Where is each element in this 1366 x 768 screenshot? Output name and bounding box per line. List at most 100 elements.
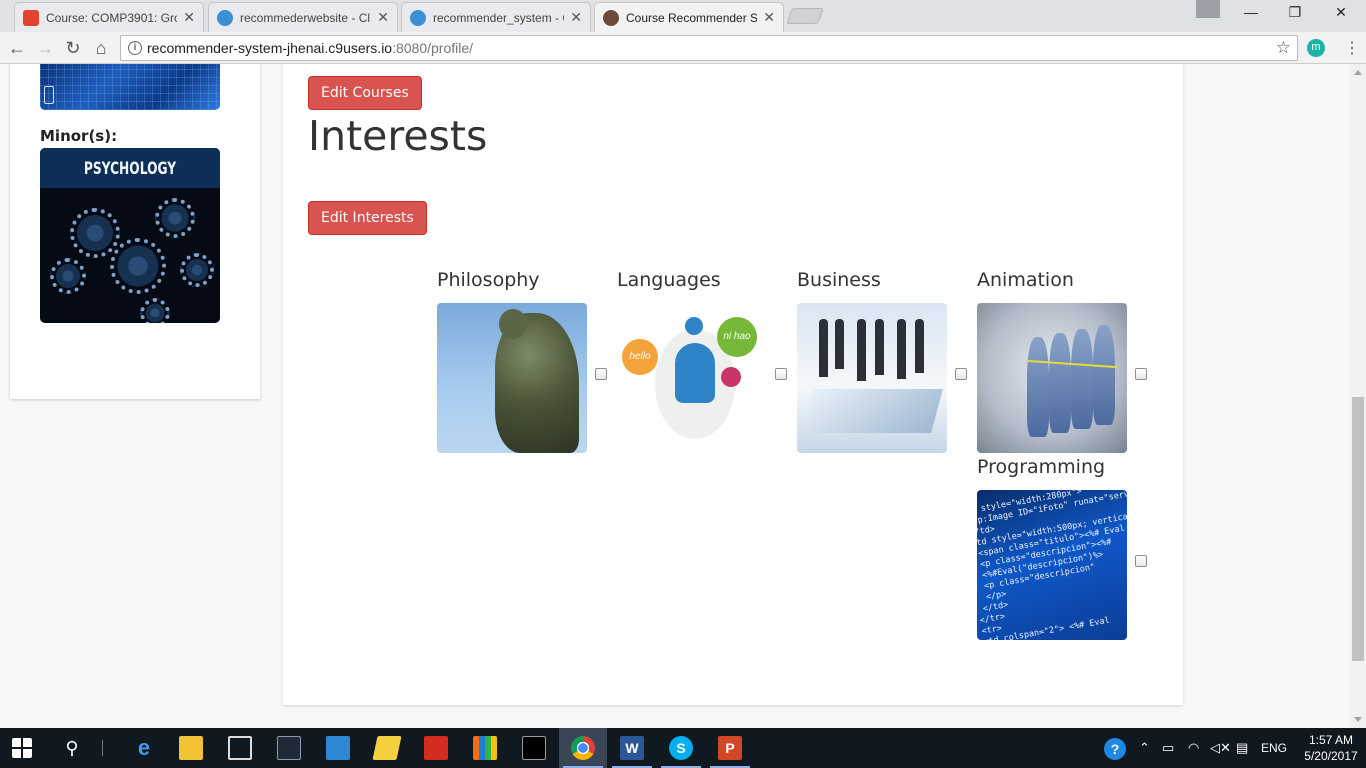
gear-icon <box>155 198 195 238</box>
gear-icon <box>70 208 120 258</box>
file-explorer-icon[interactable] <box>179 736 203 760</box>
interest-checkbox-animation[interactable] <box>1135 368 1147 380</box>
volume-muted-icon[interactable]: ◁✕ <box>1210 728 1231 768</box>
skype-icon[interactable]: S <box>669 736 693 760</box>
interest-label: Business <box>797 269 881 291</box>
profile-main-panel: Edit Courses Interests Edit Interests Ph… <box>283 64 1183 705</box>
major-image <box>40 64 220 110</box>
windows-taskbar: ⚲ e W S P ? ⌃ ▭ ◠ ◁✕ ▤ ENG 1:57 AM 5/20/… <box>0 728 1366 768</box>
minor-image-caption: PSYCHOLOGY <box>83 159 177 179</box>
interest-checkbox-business[interactable] <box>955 368 967 380</box>
interest-label: Philosophy <box>437 269 540 291</box>
minimize-icon[interactable]: — <box>1228 4 1274 24</box>
help-icon[interactable]: ? <box>1104 738 1126 760</box>
close-icon[interactable]: ✕ <box>377 9 389 26</box>
app-icon[interactable] <box>326 736 350 760</box>
bookmark-star-icon[interactable]: ☆ <box>1276 36 1291 60</box>
interest-image-animation <box>977 303 1127 453</box>
crest-icon <box>44 86 54 104</box>
tab-recommender-system[interactable]: recommender_system - C ✕ <box>401 2 591 32</box>
close-icon[interactable]: ✕ <box>763 9 775 26</box>
interest-label: Programming <box>977 456 1106 478</box>
home-icon[interactable]: ⌂ <box>90 37 112 59</box>
interest-checkbox-languages[interactable] <box>775 368 787 380</box>
app-icon[interactable] <box>277 736 301 760</box>
tab-title: Course Recommender Sy <box>626 10 758 25</box>
site-favicon <box>603 9 619 26</box>
interest-image-business <box>797 303 947 453</box>
tab-moodle-course[interactable]: Course: COMP3901: Grou ✕ <box>14 2 204 32</box>
tab-course-recommender[interactable]: Course Recommender Sy ✕ <box>594 2 784 32</box>
wifi-icon[interactable]: ◠ <box>1188 728 1199 768</box>
speech-bubble-hello: hello <box>622 339 658 375</box>
word-icon[interactable]: W <box>620 736 644 760</box>
powerpoint-icon[interactable]: P <box>718 736 742 760</box>
gear-icon <box>180 253 214 287</box>
scroll-up-arrow-icon[interactable] <box>1354 70 1362 75</box>
interest-languages: Languages hello ni hao <box>617 269 787 453</box>
edge-browser-icon[interactable]: e <box>132 736 156 760</box>
system-clock[interactable]: 1:57 AM 5/20/2017 <box>1300 732 1362 764</box>
store-icon[interactable] <box>228 736 252 760</box>
url-path: :8080/profile/ <box>392 40 474 56</box>
tab-title: recommederwebsite - Cl <box>240 10 371 25</box>
terminal-icon[interactable] <box>522 736 546 760</box>
clock-date: 5/20/2017 <box>1304 749 1358 763</box>
restore-icon[interactable]: ❐ <box>1272 4 1318 24</box>
minor-image: PSYCHOLOGY <box>40 148 220 323</box>
forward-icon[interactable]: → <box>34 37 56 59</box>
chrome-icon[interactable] <box>571 736 595 760</box>
interest-animation: Animation <box>977 269 1147 453</box>
language-indicator[interactable]: ENG <box>1261 728 1287 768</box>
new-tab-button[interactable] <box>786 8 824 24</box>
battery-icon[interactable]: ▭ <box>1162 728 1174 768</box>
interest-image-programming: <td style="width:280px"> <asp:Image ID="… <box>977 490 1127 640</box>
menu-icon[interactable]: ⋮ <box>1344 38 1360 58</box>
scrollbar-thumb[interactable] <box>1352 397 1364 661</box>
interest-programming: Programming <td style="width:280px"> <as… <box>977 456 1147 640</box>
moodle-icon <box>23 9 39 26</box>
close-window-icon[interactable]: ✕ <box>1318 4 1364 24</box>
action-center-icon[interactable]: ▤ <box>1236 728 1248 768</box>
scroll-down-arrow-icon[interactable] <box>1354 717 1362 722</box>
reload-icon[interactable]: ↻ <box>62 37 84 59</box>
tab-recommederwebsite[interactable]: recommederwebsite - Cl ✕ <box>208 2 398 32</box>
clock-time: 1:57 AM <box>1308 733 1354 747</box>
interest-checkbox-programming[interactable] <box>1135 555 1147 567</box>
interest-label: Animation <box>977 269 1074 291</box>
interest-checkbox-philosophy[interactable] <box>595 368 607 380</box>
gear-icon <box>110 238 166 294</box>
interest-label: Languages <box>617 269 721 291</box>
gear-icon <box>50 258 86 294</box>
interest-philosophy: Philosophy <box>437 269 607 453</box>
apps-grid-icon[interactable] <box>473 736 497 760</box>
interests-heading: Interests <box>308 112 488 160</box>
minor-label: Minor(s): <box>40 127 118 145</box>
extension-icon[interactable]: m <box>1307 39 1325 57</box>
tab-title: recommender_system - C <box>433 10 565 25</box>
interest-image-languages: hello ni hao <box>617 303 767 453</box>
cloud9-icon <box>410 9 426 26</box>
gear-icon <box>140 298 170 323</box>
edit-courses-button[interactable]: Edit Courses <box>308 76 422 110</box>
close-icon[interactable]: ✕ <box>183 9 195 26</box>
page-viewport: Minor(s): PSYCHOLOGY Edit Courses Intere… <box>0 64 1350 728</box>
page-scrollbar[interactable] <box>1350 64 1366 728</box>
search-icon[interactable]: ⚲ <box>60 736 84 760</box>
interest-image-philosophy <box>437 303 587 453</box>
address-bar[interactable]: i recommender-system-jhenai.c9users.io:8… <box>120 35 1298 61</box>
back-icon[interactable]: ← <box>6 37 28 59</box>
windows-start-icon[interactable] <box>12 738 32 758</box>
tray-chevron-up-icon[interactable]: ⌃ <box>1139 728 1150 768</box>
browser-toolbar: ← → ↻ ⌂ i recommender-system-jhenai.c9us… <box>0 32 1366 64</box>
sticky-notes-icon[interactable] <box>372 736 402 760</box>
profile-icon[interactable] <box>1196 0 1220 18</box>
cloud9-icon <box>217 9 233 26</box>
close-icon[interactable]: ✕ <box>570 9 582 26</box>
acrobat-icon[interactable] <box>424 736 448 760</box>
edit-interests-button[interactable]: Edit Interests <box>308 201 427 235</box>
url-host: recommender-system-jhenai.c9users.io <box>147 40 393 56</box>
speech-bubble-nihao: ni hao <box>717 317 757 357</box>
interest-business: Business <box>797 269 967 453</box>
info-icon[interactable]: i <box>128 41 142 55</box>
